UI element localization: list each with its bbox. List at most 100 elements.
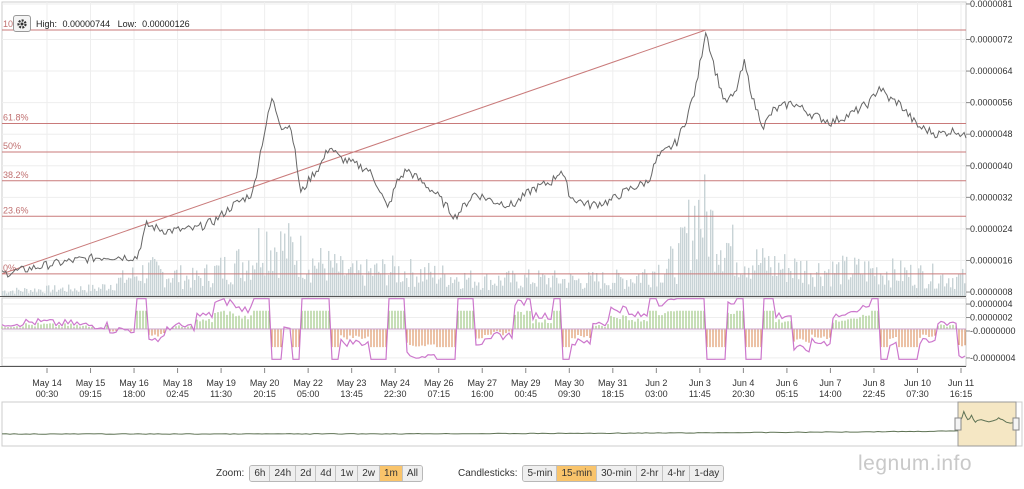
volume-bar [918,268,920,296]
volume-bar [346,273,348,296]
volume-bar [830,286,832,296]
volume-bar [518,288,520,296]
volume-bar [484,276,486,296]
candles-2-hr-button[interactable]: 2-hr [635,466,663,481]
volume-bar [326,280,328,296]
volume-bar [556,277,558,296]
volume-bar [500,280,502,296]
zoom-1m-button[interactable]: 1m [379,466,402,481]
zoom-All-button[interactable]: All [401,466,423,481]
volume-bar [742,274,744,296]
volume-bar [262,262,264,296]
volume-bar [546,284,548,296]
zoom-2d-button[interactable]: 2d [295,466,316,481]
price-tick-label: 0.0000008 [970,287,1013,297]
volume-bar [242,262,244,296]
volume-bar [42,292,44,296]
volume-bar [96,291,98,296]
candles-1-day-button[interactable]: 1-day [689,466,724,481]
volume-bar [928,284,930,296]
candles-4-hr-button[interactable]: 4-hr [662,466,690,481]
navigator[interactable] [1,401,1023,447]
volume-bar [148,262,150,296]
x-tick-label: 03:00 [645,389,668,399]
volume-bar [580,283,582,296]
x-tick-label: May 30 [555,378,585,388]
volume-bar [194,280,196,296]
navigator-selection-window [957,401,1017,447]
candles-5-min-button[interactable]: 5-min [523,466,557,481]
x-tick-label: 09:30 [558,389,581,399]
x-axis: May 1400:30May 1509:15May 1618:00May 180… [32,368,974,399]
volume-bar [434,265,436,296]
volume-bar [954,288,956,296]
volume-bar [208,280,210,296]
candles-15-min-button[interactable]: 15-min [556,466,597,481]
candles-30-min-button[interactable]: 30-min [596,466,636,481]
volume-bar [520,285,522,296]
x-tick-label: 16:15 [950,389,973,399]
x-tick-label: May 29 [511,378,541,388]
volume-bar [630,279,632,296]
x-tick-label: Jun 11 [948,378,974,388]
price-chart[interactable]: 0.0000081 0.0000072 0.0000064 0.0000056 0.00… [0,0,1024,489]
volume-bar [706,211,708,296]
volume-bar [962,268,964,296]
volume-bar [426,279,428,296]
volume-bar [222,278,224,296]
volume-bar [448,284,450,296]
zoom-1w-button[interactable]: 1w [335,466,358,481]
volume-bar [712,210,714,296]
volume-bar [4,290,6,296]
zoom-4d-button[interactable]: 4d [315,466,336,481]
volume-bar [54,285,56,296]
volume-bar [888,280,890,296]
volume-bar [648,284,650,296]
volume-bar [268,270,270,296]
volume-bar [452,283,454,296]
settings-gear-button[interactable] [13,15,31,32]
volume-bar [804,270,806,296]
volume-bar [60,288,62,296]
volume-bar [204,268,206,296]
volume-bar [444,274,446,296]
volume-bar [604,283,606,296]
volume-bar [394,266,396,296]
volume-bar [158,265,160,296]
volume-bar [68,284,70,296]
volume-bar [380,273,382,296]
volume-bar [6,293,8,296]
volume-bar [790,270,792,296]
volume-bar [936,288,938,296]
volume-bar [640,282,642,296]
volume-bar [174,270,176,296]
volume-bar [736,262,738,296]
volume-bar [290,236,292,296]
volume-bar [120,277,122,296]
volume-bar [714,271,716,296]
volume-bar [388,275,390,296]
candlestick-controls: Candlesticks: 5-min 15-min 30-min 2-hr 4-hr 1… [458,465,725,482]
indicator-tick-label: 0.0000004 [970,299,1013,309]
volume-bar [732,224,734,296]
volume-bar [330,260,332,296]
volume-bar [744,266,746,296]
volume-bar [50,292,52,296]
volume-bar [668,258,670,296]
volume-bar [770,267,772,296]
volume-bar [294,264,296,296]
volume-bar [476,285,478,296]
volume-bar [62,287,64,296]
zoom-24h-button[interactable]: 24h [269,466,296,481]
high-value: 0.00000744 [63,19,111,29]
volume-bar [606,285,608,296]
zoom-2w-button[interactable]: 2w [357,466,379,481]
volume-bar [644,269,646,296]
x-tick-label: May 23 [337,378,367,388]
volume-bar [820,276,822,296]
volume-bar [588,272,590,296]
zoom-6h-button[interactable]: 6h [250,466,270,481]
volume-bar [762,248,764,296]
x-tick-label: May 31 [598,378,628,388]
volume-bar [816,271,818,296]
